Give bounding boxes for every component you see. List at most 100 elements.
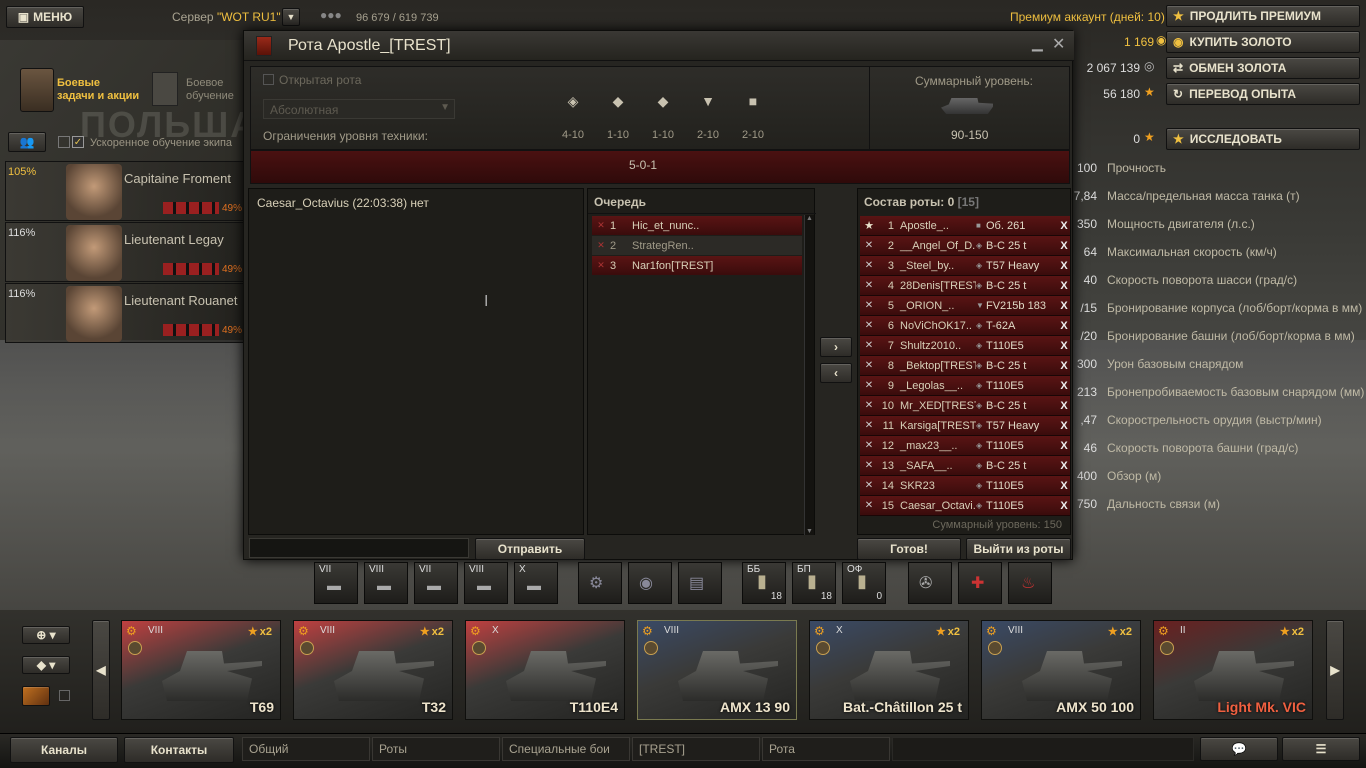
channels-button[interactable]: Каналы — [10, 737, 118, 763]
kick-icon[interactable]: ✕ — [860, 460, 878, 471]
battle-tasks-link[interactable]: Боевые задачи и акции — [57, 77, 139, 103]
crew-member-1[interactable]: 105% Capitaine Froment 49% — [5, 161, 245, 221]
kick-icon[interactable]: ✕ — [860, 260, 878, 271]
exchange-gold-button[interactable]: ⇄ ОБМЕН ЗОЛОТА — [1166, 57, 1360, 79]
chat-button[interactable]: 💬 — [1200, 737, 1278, 761]
roster-row[interactable]: ✕ 9 _Legolas__.. ◈ T110E5 X — [860, 376, 1070, 396]
kick-button[interactable]: X — [1058, 300, 1070, 312]
consumable-slot[interactable]: ✇ — [908, 562, 952, 604]
chat-input[interactable] — [249, 538, 469, 558]
queue-row[interactable]: ✕ 1 Hic_et_nunc.. — [592, 216, 802, 235]
light-tank-icon[interactable]: ◆ — [651, 93, 675, 110]
kick-button[interactable]: X — [1058, 480, 1070, 492]
menu-button[interactable]: ▣ МЕНЮ — [6, 6, 84, 28]
nation-filter-button[interactable]: ⊕ ▾ — [22, 626, 70, 644]
server-dropdown-button[interactable]: ▼ — [282, 8, 300, 26]
kick-icon[interactable]: ✕ — [860, 500, 878, 511]
kick-button[interactable]: X — [1058, 240, 1070, 252]
roster-row[interactable]: ✕ 2 __Angel_Of_D.. ◈ B-C 25 tX — [860, 236, 1070, 256]
module-slot[interactable]: VIII ▬ — [464, 562, 508, 604]
contacts-button[interactable]: Контакты — [124, 737, 234, 763]
send-button[interactable]: Отправить — [475, 538, 585, 560]
consumable-slot[interactable]: ♨ — [1008, 562, 1052, 604]
module-slot[interactable]: VII ▬ — [414, 562, 458, 604]
roster-row[interactable]: ✕ 12 _max23__.. ◈ T110E5 X — [860, 436, 1070, 456]
scroll-up-icon[interactable]: ▲ — [805, 215, 814, 222]
kick-button[interactable]: X — [1058, 260, 1070, 272]
vehicle-card[interactable]: ⚙ X Bat.-Châtillon 25 t ★ x2 — [809, 620, 969, 720]
kick-button[interactable]: X — [1058, 320, 1070, 332]
kick-button[interactable]: X — [1058, 500, 1070, 512]
kick-button[interactable]: X — [1058, 460, 1070, 472]
kick-icon[interactable]: ✕ — [860, 440, 878, 451]
vehicle-card[interactable]: ⚙ VIII AMX 13 90 — [637, 620, 797, 720]
roster-row[interactable]: ✕ 8 _Bektop[TREST] ◈ B-C 25 tX — [860, 356, 1070, 376]
kick-button[interactable]: X — [1058, 280, 1070, 292]
scroll-down-icon[interactable]: ▼ — [805, 528, 814, 535]
roster-row[interactable]: ✕ 3 _Steel_by.. ◈ T57 Heavy X — [860, 256, 1070, 276]
kick-button[interactable]: X — [1058, 360, 1070, 372]
remove-icon[interactable]: ✕ — [592, 220, 610, 231]
kick-icon[interactable]: ✕ — [860, 280, 878, 291]
td-icon[interactable]: ▼ — [696, 93, 720, 109]
vehicle-card[interactable]: ⚙ II Light Mk. VIC ★ x2 — [1153, 620, 1313, 720]
training-link[interactable]: Боевое обучение — [186, 77, 234, 103]
remove-icon[interactable]: ✕ — [592, 240, 610, 251]
medium-tank-icon[interactable]: ◆ — [606, 93, 630, 110]
channel-tab[interactable]: [TREST] — [632, 737, 760, 761]
kick-icon[interactable]: ✕ — [860, 320, 878, 331]
heavy-tank-icon[interactable]: ◈ — [561, 93, 585, 110]
module-slot[interactable]: VII ▬ — [314, 562, 358, 604]
spg-icon[interactable]: ■ — [741, 93, 765, 109]
ammo-slot[interactable]: ББ ▮ 18 — [742, 562, 786, 604]
crew-member-3[interactable]: 116% Lieutenant Rouanet 49% — [5, 283, 245, 343]
roster-row[interactable]: ✕ 10 Mr_XED[TREST] ◈ B-C 25 tX — [860, 396, 1070, 416]
training-icon[interactable] — [152, 72, 178, 106]
close-icon[interactable]: ✕ — [1052, 34, 1065, 54]
kick-button[interactable]: X — [1058, 220, 1070, 232]
kick-icon[interactable]: ✕ — [860, 300, 878, 311]
type-filter-button[interactable]: ◆ ▾ — [22, 656, 70, 674]
roster-row[interactable]: ✕ 13 _SAFA__.. ◈ B-C 25 tX — [860, 456, 1070, 476]
carousel-left-button[interactable]: ◀ — [92, 620, 110, 720]
extend-premium-button[interactable]: ★ ПРОДЛИТЬ ПРЕМИУМ — [1166, 5, 1360, 27]
battle-tasks-icon[interactable] — [20, 68, 54, 112]
kick-button[interactable]: X — [1058, 340, 1070, 352]
leave-company-button[interactable]: Выйти из роты — [966, 538, 1071, 560]
move-right-button[interactable]: › — [820, 337, 852, 357]
channel-tab[interactable]: Общий — [242, 737, 370, 761]
roster-row[interactable]: ✕ 11 Karsiga[TREST] ◈ T57 Heavy X — [860, 416, 1070, 436]
kick-button[interactable]: X — [1058, 400, 1070, 412]
kick-icon[interactable]: ✕ — [860, 380, 878, 391]
kick-icon[interactable]: ✕ — [860, 480, 878, 491]
channel-tab[interactable]: Специальные бои — [502, 737, 630, 761]
kick-icon[interactable]: ✕ — [860, 360, 878, 371]
channel-tab[interactable]: Роты — [372, 737, 500, 761]
kick-button[interactable]: X — [1058, 440, 1070, 452]
roster-row[interactable]: ★ 1 Apostle_.. ■ Об. 261 X — [860, 216, 1070, 236]
queue-row[interactable]: ✕ 3 Nar1fon[TREST] — [592, 256, 802, 275]
roster-row[interactable]: ✕ 5 _ORION_.. ▼ FV215b 183 X — [860, 296, 1070, 316]
module-slot[interactable]: VIII ▬ — [364, 562, 408, 604]
equipment-slot[interactable]: ⚙ — [578, 562, 622, 604]
crew-member-2[interactable]: 116% Lieutenant Legay 49% — [5, 222, 245, 282]
kick-icon[interactable]: ✕ — [860, 420, 878, 431]
vehicle-card[interactable]: ⚙ VIII AMX 50 100 ★ x2 — [981, 620, 1141, 720]
research-button[interactable]: ★ ИССЛЕДОВАТЬ — [1166, 128, 1360, 150]
vehicle-card[interactable]: ⚙ X T110E4 — [465, 620, 625, 720]
equipment-slot[interactable]: ◉ — [628, 562, 672, 604]
accelerated-crew-checkbox[interactable]: ✓ — [72, 136, 84, 148]
channel-tab[interactable]: Рота — [762, 737, 890, 761]
ammo-slot[interactable]: БП ▮ 18 — [792, 562, 836, 604]
roster-row[interactable]: ✕ 7 Shultz2010.. ◈ T110E5 X — [860, 336, 1070, 356]
equipment-slot[interactable]: ▤ — [678, 562, 722, 604]
kick-button[interactable]: X — [1058, 380, 1070, 392]
roster-row[interactable]: ✕ 4 28Denis[TREST] ◈ B-C 25 tX — [860, 276, 1070, 296]
move-left-button[interactable]: ‹ — [820, 363, 852, 383]
kick-icon[interactable]: ✕ — [860, 400, 878, 411]
roster-row[interactable]: ✕ 14 SKR23 ◈ T110E5 X — [860, 476, 1070, 496]
queue-scrollbar[interactable]: ▲ ▼ — [804, 215, 814, 535]
open-company-checkbox[interactable] — [263, 74, 274, 85]
remove-icon[interactable]: ✕ — [592, 260, 610, 271]
kick-button[interactable]: X — [1058, 420, 1070, 432]
